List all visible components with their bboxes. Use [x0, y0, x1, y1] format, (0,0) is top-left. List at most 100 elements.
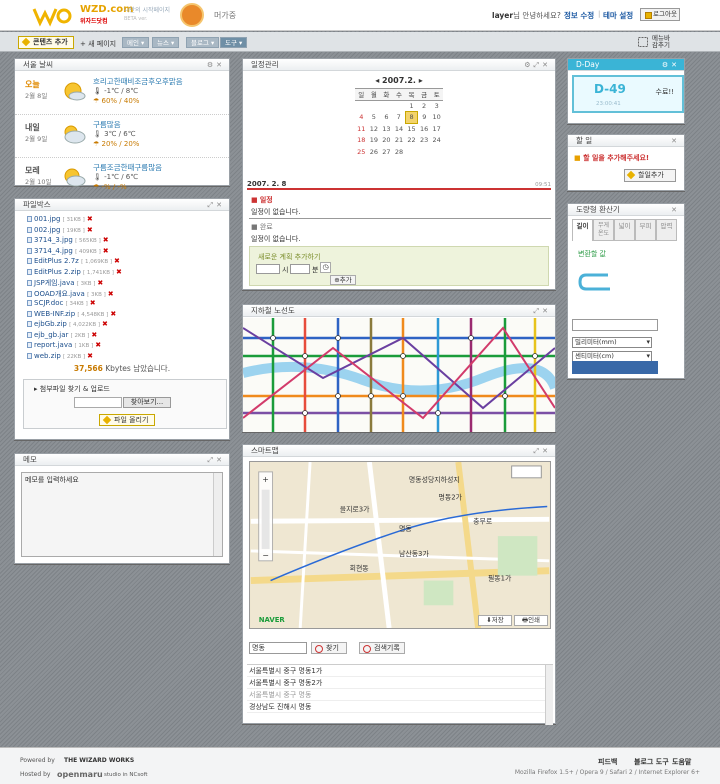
calendar-day[interactable]: 12: [368, 123, 381, 135]
help-link[interactable]: 도움말: [672, 757, 691, 767]
new-page-button[interactable]: + 새 페이지: [80, 39, 116, 49]
list-item[interactable]: 서울특별시 중구 명동: [247, 689, 553, 701]
file-path-input[interactable]: [74, 397, 122, 408]
unit-from-select[interactable]: 밀리미터(mm): [572, 337, 652, 348]
calendar-day[interactable]: [418, 146, 431, 158]
delete-icon[interactable]: ✖: [97, 279, 103, 287]
upload-button[interactable]: 파일 올리기: [99, 414, 155, 426]
list-item[interactable]: OOAD개요.java [ 3KB ] ✖: [27, 289, 227, 300]
calendar-day[interactable]: 24: [430, 135, 443, 147]
calendar-day[interactable]: 10: [430, 112, 443, 124]
feedback-link[interactable]: 피드백: [598, 757, 617, 767]
calendar-day[interactable]: [405, 146, 418, 158]
map-view[interactable]: 명동성당지하성지 명동2가 명동 을지로3가 회현동 남산동3가 충무로 필동1…: [249, 461, 551, 629]
list-item[interactable]: 서울특별시 중구 명동2가: [247, 677, 553, 689]
calendar-day[interactable]: 6: [380, 112, 393, 124]
list-item[interactable]: 경상남도 진해시 명동: [247, 701, 553, 713]
list-item[interactable]: EditPlus 2.7z [ 1,069KB ] ✖: [27, 257, 227, 268]
delete-icon[interactable]: ✖: [102, 320, 108, 328]
widget-header[interactable]: 메모 ⤢✕: [15, 454, 229, 466]
tab-main[interactable]: 메인 ▾: [122, 37, 150, 48]
calendar-day[interactable]: 23: [418, 135, 431, 147]
tab-news[interactable]: 뉴스 ▾: [152, 37, 180, 48]
delete-icon[interactable]: ✖: [95, 341, 101, 349]
list-item[interactable]: ejb_gb.jar [ 2KB ] ✖: [27, 331, 227, 342]
calendar-day[interactable]: [380, 100, 393, 112]
widget-header[interactable]: 할 일 ✕: [568, 135, 684, 147]
map-search-input[interactable]: 명동: [249, 642, 307, 654]
delete-icon[interactable]: ✖: [87, 215, 93, 223]
calendar-day[interactable]: 18: [355, 135, 368, 147]
tab-tools[interactable]: 도구 ▾: [220, 37, 248, 48]
delete-icon[interactable]: ✖: [108, 290, 114, 298]
calendar-day[interactable]: [355, 100, 368, 112]
calendar-day[interactable]: [430, 146, 443, 158]
calendar-day[interactable]: [368, 100, 381, 112]
calendar-day[interactable]: 4: [355, 112, 368, 124]
calendar-day[interactable]: 22: [405, 135, 418, 147]
avatar[interactable]: [180, 3, 204, 27]
tab-area[interactable]: 넓이: [614, 219, 635, 241]
calendar-day[interactable]: 15: [405, 123, 418, 135]
list-item[interactable]: ejbGb.zip [ 4,022KB ] ✖: [27, 320, 227, 331]
list-item[interactable]: 3714_4.jpg [ 409KB ] ✖: [27, 247, 227, 258]
calendar-day[interactable]: 11: [355, 123, 368, 135]
blog-tools-link[interactable]: 블로그 도구: [634, 757, 669, 767]
delete-icon[interactable]: ✖: [103, 236, 109, 244]
add-content-button[interactable]: 콘텐츠 추가: [18, 36, 74, 49]
widget-header[interactable]: 파일박스 ⤢✕: [15, 199, 229, 211]
delete-icon[interactable]: ✖: [87, 352, 93, 360]
clock-icon[interactable]: ◷: [320, 262, 331, 273]
host-logo[interactable]: openmaru: [57, 770, 103, 779]
subway-map[interactable]: [243, 318, 555, 432]
scrollbar[interactable]: [213, 473, 222, 556]
add-schedule-button[interactable]: ⊕추가: [330, 275, 356, 285]
calendar-day[interactable]: 21: [393, 135, 406, 147]
calendar-day[interactable]: 25: [355, 146, 368, 158]
list-item[interactable]: 서울특별시 중구 명동1가: [247, 665, 553, 677]
list-item[interactable]: JSP게임.java [ 3KB ] ✖: [27, 278, 227, 289]
widget-header[interactable]: 스마트맵 ⤢✕: [243, 445, 555, 457]
calendar-day[interactable]: 2: [418, 100, 431, 112]
search-history-button[interactable]: 검색기록: [359, 642, 405, 654]
delete-icon[interactable]: ✖: [103, 247, 109, 255]
delete-icon[interactable]: ✖: [110, 310, 116, 318]
delete-icon[interactable]: ✖: [91, 331, 97, 339]
tab-blog[interactable]: 블로그 ▾: [186, 37, 220, 48]
list-item[interactable]: 3714_3.jpg [ 565KB ] ✖: [27, 236, 227, 247]
minute-select[interactable]: [290, 264, 310, 274]
list-item[interactable]: EditPlus 2.zip [ 1,741KB ] ✖: [27, 268, 227, 279]
memo-textarea[interactable]: 메모를 입력하세요: [21, 472, 223, 557]
calendar-day[interactable]: 1: [405, 100, 418, 112]
calendar-day[interactable]: 14: [393, 123, 406, 135]
scrollbar[interactable]: [545, 665, 553, 725]
calendar-day[interactable]: 9: [418, 112, 431, 124]
calendar-month[interactable]: ◂ 2007.2. ▸: [355, 75, 443, 87]
calendar-day[interactable]: 5: [368, 112, 381, 124]
calendar-day[interactable]: 7: [393, 112, 406, 124]
calendar-day[interactable]: 13: [380, 123, 393, 135]
widget-header[interactable]: D-Day ⚙✕: [568, 59, 684, 71]
tab-weight[interactable]: 무게 온도: [593, 219, 614, 241]
calendar-day[interactable]: 28: [393, 146, 406, 158]
logout-button[interactable]: 로그아웃: [640, 8, 680, 21]
delete-icon[interactable]: ✖: [114, 257, 120, 265]
tab-length[interactable]: 길이: [572, 219, 593, 241]
list-item[interactable]: WEB-INF.zip [ 4,548KB ] ✖: [27, 310, 227, 321]
delete-icon[interactable]: ✖: [116, 268, 122, 276]
calendar-day[interactable]: 3: [430, 100, 443, 112]
calendar-day[interactable]: 27: [380, 146, 393, 158]
convert-value-input[interactable]: [572, 319, 658, 331]
info-edit-link[interactable]: 정보 수정: [564, 10, 594, 21]
delete-icon[interactable]: ✖: [90, 299, 96, 307]
map-save-button[interactable]: ⬇저장: [478, 615, 512, 626]
list-item[interactable]: report.java [ 1KB ] ✖: [27, 341, 227, 352]
list-item[interactable]: SCJP.doc [ 34KB ] ✖: [27, 299, 227, 310]
list-item[interactable]: web.zip [ 22KB ] ✖: [27, 352, 227, 363]
brand-name[interactable]: THE WIZARD WORKS: [64, 757, 134, 764]
delete-icon[interactable]: ✖: [87, 226, 93, 234]
calendar-day[interactable]: 16: [418, 123, 431, 135]
widget-header[interactable]: 지하철 노선도 ⤢✕: [243, 305, 555, 317]
list-item[interactable]: 001.jpg [ 31KB ] ✖: [27, 215, 227, 226]
hour-select[interactable]: [256, 264, 280, 274]
